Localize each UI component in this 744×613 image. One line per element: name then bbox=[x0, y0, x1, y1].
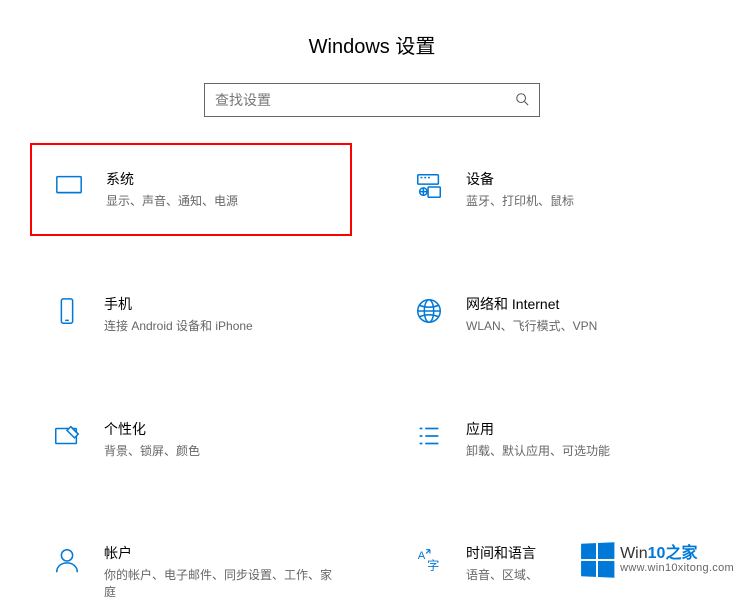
search-box[interactable] bbox=[204, 83, 540, 117]
tile-title: 帐户 bbox=[104, 543, 332, 563]
tile-phone[interactable]: 手机 连接 Android 设备和 iPhone bbox=[30, 282, 352, 347]
tile-title: 设备 bbox=[466, 169, 694, 189]
search-icon bbox=[515, 92, 529, 109]
tile-desc: 显示、声音、通知、电源 bbox=[106, 193, 330, 210]
tile-desc: 卸载、默认应用、可选功能 bbox=[466, 443, 694, 460]
tile-desc: 蓝牙、打印机、鼠标 bbox=[466, 193, 694, 210]
devices-icon bbox=[412, 169, 446, 203]
watermark-url: www.win10xitong.com bbox=[620, 563, 734, 575]
search-input[interactable] bbox=[215, 92, 515, 108]
system-icon bbox=[52, 169, 86, 203]
accounts-icon bbox=[50, 543, 84, 577]
tile-title: 手机 bbox=[104, 294, 332, 314]
personalization-icon bbox=[50, 419, 84, 453]
time-language-icon: A 字 bbox=[412, 543, 446, 577]
svg-text:A: A bbox=[418, 550, 426, 562]
tile-desc: 背景、锁屏、颜色 bbox=[104, 443, 332, 460]
windows-logo-icon bbox=[581, 542, 614, 578]
page-title: Windows 设置 bbox=[0, 0, 744, 83]
tile-title: 网络和 Internet bbox=[466, 294, 694, 314]
tile-title: 系统 bbox=[106, 169, 330, 189]
tile-personalization[interactable]: 个性化 背景、锁屏、颜色 bbox=[30, 407, 352, 472]
svg-text:字: 字 bbox=[427, 558, 439, 573]
tile-title: 应用 bbox=[466, 419, 694, 439]
tile-desc: WLAN、飞行模式、VPN bbox=[466, 318, 694, 335]
phone-icon bbox=[50, 294, 84, 328]
tile-apps[interactable]: 应用 卸载、默认应用、可选功能 bbox=[392, 407, 714, 472]
tile-desc: 连接 Android 设备和 iPhone bbox=[104, 318, 332, 335]
apps-icon bbox=[412, 419, 446, 453]
tile-accounts[interactable]: 帐户 你的帐户、电子邮件、同步设置、工作、家庭 bbox=[30, 531, 352, 613]
tile-title: 个性化 bbox=[104, 419, 332, 439]
watermark-brand: Win10之家 bbox=[620, 546, 734, 563]
tile-devices[interactable]: 设备 蓝牙、打印机、鼠标 bbox=[392, 157, 714, 222]
watermark: Win10之家 www.win10xitong.com bbox=[580, 543, 734, 577]
tile-system[interactable]: 系统 显示、声音、通知、电源 bbox=[30, 143, 352, 236]
tile-desc: 你的帐户、电子邮件、同步设置、工作、家庭 bbox=[104, 567, 332, 601]
tile-network[interactable]: 网络和 Internet WLAN、飞行模式、VPN bbox=[392, 282, 714, 347]
network-icon bbox=[412, 294, 446, 328]
search-container bbox=[0, 83, 744, 117]
